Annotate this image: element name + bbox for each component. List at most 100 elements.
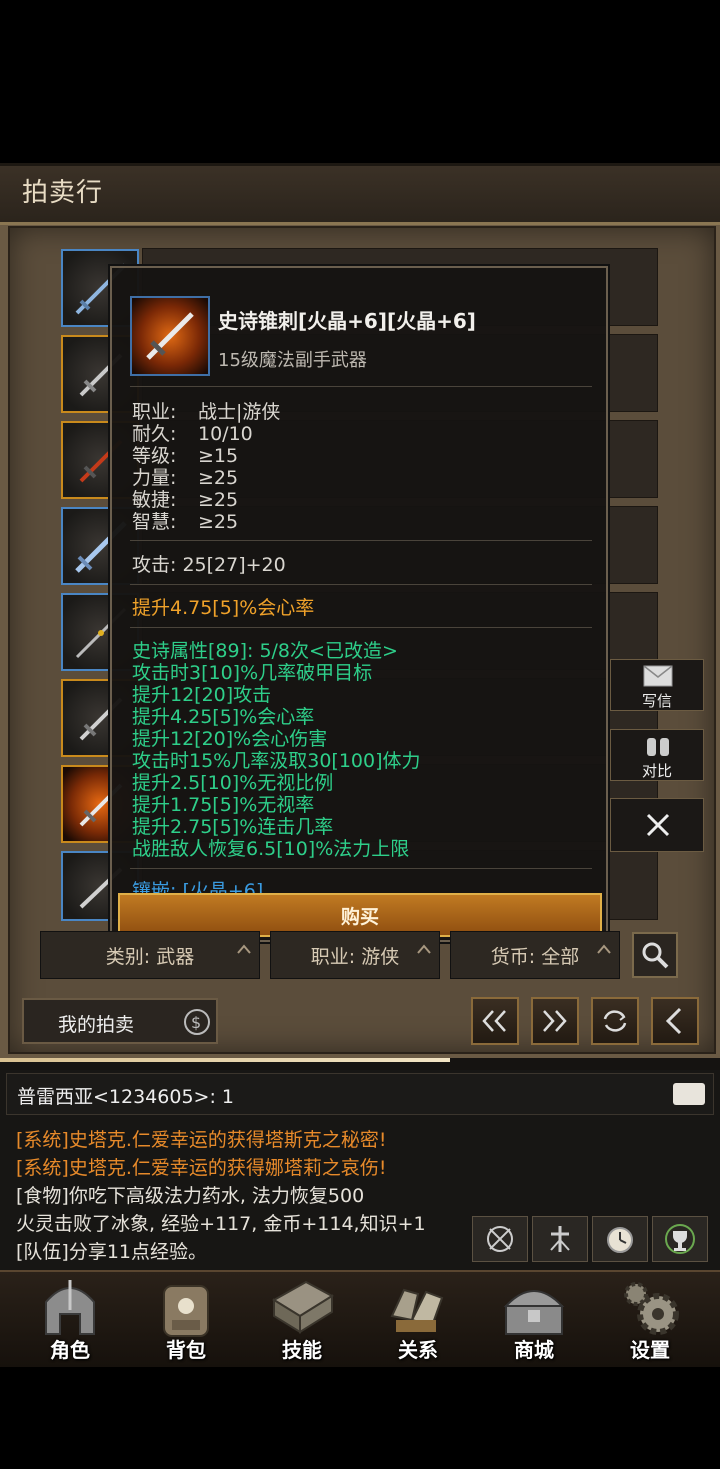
- chat-input-row[interactable]: 普雷西亚<1234605>: 1: [6, 1073, 714, 1115]
- alarm-button[interactable]: [592, 1216, 648, 1262]
- divider: [130, 868, 592, 869]
- req-value: 战士|游侠: [198, 401, 281, 423]
- write-mail-label: 写信: [641, 692, 672, 710]
- epic-attribute: 提升12[20]%会心伤害: [132, 728, 328, 750]
- epic-attribute: 提升12[20]攻击: [132, 684, 272, 706]
- crossed-swords-icon: [487, 1226, 513, 1252]
- req-label: 等级:: [132, 445, 177, 467]
- chat-line: 火灵击败了冰象, 经验+117, 金币+114,知识+1: [16, 1213, 426, 1235]
- nav-label: 背包: [166, 1338, 206, 1362]
- req-label: 智慧:: [132, 511, 177, 533]
- nav-skills[interactable]: 技能: [252, 1272, 352, 1364]
- nav-label: 角色: [50, 1338, 90, 1362]
- chat-line: [队伍]分享11点经验。: [16, 1241, 208, 1263]
- epic-attribute: 提升1.75[5]%无视率: [132, 794, 315, 816]
- attack-stat: 攻击: 25[27]+20: [132, 554, 286, 576]
- chat-line: [系统]史塔克.仁爱幸运的获得娜塔莉之哀伤!: [16, 1157, 387, 1179]
- dagger-icon: [146, 312, 194, 360]
- refresh-icon: [603, 1010, 627, 1032]
- search-icon: [642, 942, 669, 969]
- category-filter[interactable]: 类别: 武器: [40, 931, 260, 979]
- epic-header: 史诗属性[89]: 5/8次<已改造>: [132, 640, 398, 662]
- profession-filter-label: 职业: 游侠: [310, 945, 400, 968]
- close-icon: [646, 813, 670, 837]
- nav-settings[interactable]: 设置: [600, 1272, 700, 1364]
- nav-shop[interactable]: 商城: [484, 1272, 584, 1364]
- req-value: ≥25: [198, 489, 239, 511]
- nav-label: 设置: [630, 1338, 670, 1362]
- chevron-left-icon: [665, 1007, 682, 1035]
- tooltip-item-icon: [130, 296, 210, 376]
- currency-filter-label: 货币: 全部: [490, 945, 580, 968]
- nav-label: 商城: [514, 1338, 554, 1362]
- nav-label: 关系: [398, 1338, 438, 1362]
- coin-icon: $: [184, 1009, 210, 1035]
- req-label: 耐久:: [132, 423, 177, 445]
- skill-book-icon: [272, 1280, 334, 1334]
- epic-attribute: 攻击时3[10]%几率破甲目标: [132, 662, 373, 684]
- svg-text:$: $: [191, 1013, 201, 1032]
- window-title: 拍卖行: [22, 178, 104, 208]
- chat-tab-strip: [0, 1058, 720, 1070]
- my-auction-label: 我的拍卖: [58, 1014, 135, 1036]
- search-button[interactable]: [632, 932, 678, 978]
- gloves-icon: [647, 738, 669, 756]
- caret-up-icon: [417, 944, 431, 954]
- back-button[interactable]: [651, 997, 699, 1045]
- divider: [130, 386, 592, 387]
- gauntlet-icon: [390, 1288, 444, 1332]
- totem-icon: [550, 1226, 570, 1252]
- currency-filter[interactable]: 货币: 全部: [450, 931, 620, 979]
- nav-character[interactable]: 角色: [20, 1272, 120, 1364]
- title-bar: [0, 163, 720, 225]
- epic-attribute: 提升2.75[5]%连击几率: [132, 816, 334, 838]
- compare-button[interactable]: 对比: [610, 729, 704, 781]
- my-auction-button[interactable]: 我的拍卖 $: [22, 998, 218, 1044]
- keyboard-icon[interactable]: [673, 1083, 705, 1105]
- double-left-icon: [482, 1010, 506, 1032]
- bonus-stat: 提升4.75[5]%会心率: [132, 597, 315, 619]
- last-page-button[interactable]: [531, 997, 579, 1045]
- epic-attribute: 攻击时15%几率汲取30[100]体力: [132, 750, 421, 772]
- trophy-icon: [665, 1224, 695, 1254]
- req-label: 力量:: [132, 467, 177, 489]
- chat-latest-message: 普雷西亚<1234605>: 1: [17, 1086, 234, 1108]
- epic-attribute: 提升4.25[5]%会心率: [132, 706, 315, 728]
- divider: [130, 584, 592, 585]
- write-mail-button[interactable]: 写信: [610, 659, 704, 711]
- epic-attribute: 战胜敌人恢复6.5[10]%法力上限: [132, 838, 410, 860]
- caret-up-icon: [237, 944, 251, 954]
- auto-battle-button[interactable]: [472, 1216, 528, 1262]
- alarm-clock-icon: [607, 1227, 633, 1253]
- nav-backpack[interactable]: 背包: [136, 1272, 236, 1364]
- rest-button[interactable]: [532, 1216, 588, 1262]
- req-value: ≥15: [198, 445, 239, 467]
- gear-icon: [624, 1282, 679, 1335]
- req-label: 职业:: [132, 401, 177, 423]
- chat-line: [系统]史塔克.仁爱幸运的获得塔斯克之秘密!: [16, 1129, 387, 1151]
- nav-label: 技能: [282, 1338, 322, 1362]
- envelope-icon: [643, 665, 673, 687]
- first-page-button[interactable]: [471, 997, 519, 1045]
- nav-relations[interactable]: 关系: [368, 1272, 468, 1364]
- category-filter-label: 类别: 武器: [105, 945, 195, 968]
- item-name: 史诗锥刺[火晶+6][火晶+6]: [218, 309, 476, 333]
- divider: [130, 540, 592, 541]
- req-label: 敏捷:: [132, 489, 177, 511]
- refresh-button[interactable]: [591, 997, 639, 1045]
- profession-filter[interactable]: 职业: 游侠: [270, 931, 440, 979]
- epic-attribute: 提升2.5[10]%无视比例: [132, 772, 334, 794]
- helmet-icon: [45, 1280, 95, 1335]
- item-tooltip: 史诗锥刺[火晶+6][火晶+6] 15级魔法副手武器 职业: 战士|游侠 耐久:…: [110, 266, 608, 942]
- treasure-chest-icon: [503, 1290, 565, 1335]
- close-button[interactable]: [610, 798, 704, 852]
- backpack-icon: [163, 1285, 209, 1337]
- item-subtitle: 15级魔法副手武器: [218, 350, 367, 371]
- compare-label: 对比: [641, 762, 672, 780]
- chat-line: [食物]你吃下高级法力药水, 法力恢复500: [16, 1185, 365, 1207]
- req-value: 10/10: [198, 423, 253, 445]
- double-right-icon: [543, 1010, 567, 1032]
- divider: [130, 627, 592, 628]
- caret-up-icon: [597, 944, 611, 954]
- achievement-button[interactable]: [652, 1216, 708, 1262]
